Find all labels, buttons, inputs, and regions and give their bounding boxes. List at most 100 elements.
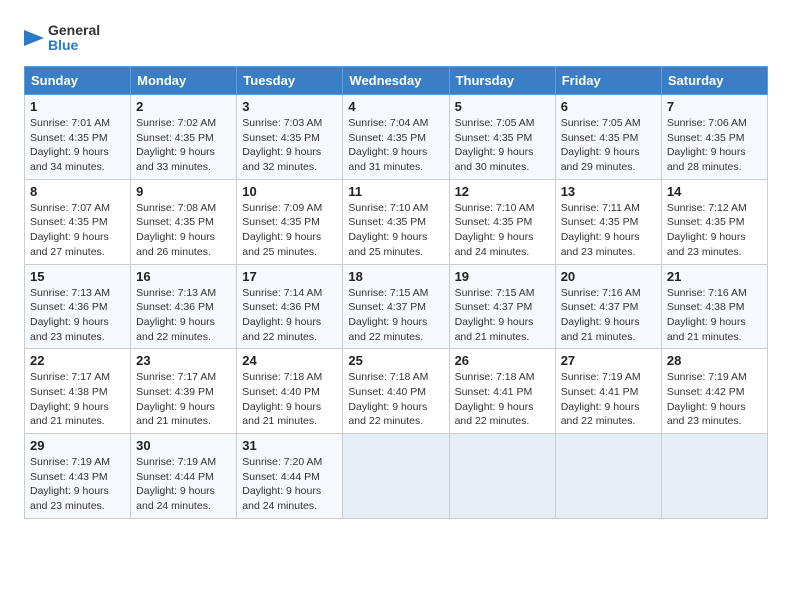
day-info: Sunrise: 7:19 AMSunset: 4:44 PMDaylight:… [136,455,231,514]
header-row: SundayMondayTuesdayWednesdayThursdayFrid… [25,67,768,95]
col-header-sunday: Sunday [25,67,131,95]
logo-general: General [48,23,100,38]
day-info: Sunrise: 7:15 AMSunset: 4:37 PMDaylight:… [348,286,443,345]
day-info: Sunrise: 7:16 AMSunset: 4:37 PMDaylight:… [561,286,656,345]
day-info: Sunrise: 7:20 AMSunset: 4:44 PMDaylight:… [242,455,337,514]
day-info: Sunrise: 7:04 AMSunset: 4:35 PMDaylight:… [348,116,443,175]
week-row-5: 29Sunrise: 7:19 AMSunset: 4:43 PMDayligh… [25,434,768,519]
calendar-cell: 14Sunrise: 7:12 AMSunset: 4:35 PMDayligh… [661,179,767,264]
day-number: 1 [30,99,125,114]
day-number: 13 [561,184,656,199]
calendar-cell: 31Sunrise: 7:20 AMSunset: 4:44 PMDayligh… [237,434,343,519]
calendar-cell: 15 Sunrise: 7:13 AMSunset: 4:36 PMDayligh… [25,264,131,349]
day-number: 17 [242,269,337,284]
day-number: 19 [455,269,550,284]
day-number: 5 [455,99,550,114]
calendar-cell: 4 Sunrise: 7:04 AMSunset: 4:35 PMDaylight… [343,95,449,180]
day-number: 23 [136,353,231,368]
logo-blue: Blue [48,38,100,53]
day-info: Sunrise: 7:18 AMSunset: 4:40 PMDaylight:… [348,370,443,429]
day-number: 3 [242,99,337,114]
calendar-cell: 19 Sunrise: 7:15 AMSunset: 4:37 PMDayligh… [449,264,555,349]
calendar-cell [343,434,449,519]
calendar-cell: 30Sunrise: 7:19 AMSunset: 4:44 PMDayligh… [131,434,237,519]
calendar-cell: 12Sunrise: 7:10 AMSunset: 4:35 PMDayligh… [449,179,555,264]
day-info: Sunrise: 7:01 AMSunset: 4:35 PMDaylight:… [30,116,125,175]
day-number: 26 [455,353,550,368]
day-number: 10 [242,184,337,199]
calendar-cell: 8Sunrise: 7:07 AMSunset: 4:35 PMDaylight… [25,179,131,264]
day-number: 8 [30,184,125,199]
calendar-cell: 29Sunrise: 7:19 AMSunset: 4:43 PMDayligh… [25,434,131,519]
day-info: Sunrise: 7:15 AMSunset: 4:37 PMDaylight:… [455,286,550,345]
col-header-wednesday: Wednesday [343,67,449,95]
calendar-cell: 10Sunrise: 7:09 AMSunset: 4:35 PMDayligh… [237,179,343,264]
logo-bird-icon [24,20,44,56]
day-number: 2 [136,99,231,114]
day-number: 20 [561,269,656,284]
day-info: Sunrise: 7:19 AMSunset: 4:41 PMDaylight:… [561,370,656,429]
day-number: 29 [30,438,125,453]
day-number: 27 [561,353,656,368]
day-info: Sunrise: 7:12 AMSunset: 4:35 PMDaylight:… [667,201,762,260]
day-number: 4 [348,99,443,114]
day-number: 6 [561,99,656,114]
calendar-cell: 2 Sunrise: 7:02 AMSunset: 4:35 PMDaylight… [131,95,237,180]
col-header-tuesday: Tuesday [237,67,343,95]
calendar-cell: 13Sunrise: 7:11 AMSunset: 4:35 PMDayligh… [555,179,661,264]
day-info: Sunrise: 7:18 AMSunset: 4:41 PMDaylight:… [455,370,550,429]
week-row-1: 1 Sunrise: 7:01 AMSunset: 4:35 PMDaylight… [25,95,768,180]
day-info: Sunrise: 7:17 AMSunset: 4:38 PMDaylight:… [30,370,125,429]
day-number: 15 [30,269,125,284]
calendar-cell: 28 Sunrise: 7:19 AMSunset: 4:42 PMDayligh… [661,349,767,434]
day-number: 25 [348,353,443,368]
day-number: 21 [667,269,762,284]
day-number: 12 [455,184,550,199]
calendar-cell: 18 Sunrise: 7:15 AMSunset: 4:37 PMDayligh… [343,264,449,349]
calendar-cell: 1 Sunrise: 7:01 AMSunset: 4:35 PMDaylight… [25,95,131,180]
day-info: Sunrise: 7:08 AMSunset: 4:35 PMDaylight:… [136,201,231,260]
day-info: Sunrise: 7:13 AMSunset: 4:36 PMDaylight:… [136,286,231,345]
calendar-cell: 16Sunrise: 7:13 AMSunset: 4:36 PMDayligh… [131,264,237,349]
day-number: 7 [667,99,762,114]
logo-text: General Blue [48,23,100,54]
day-info: Sunrise: 7:13 AMSunset: 4:36 PMDaylight:… [30,286,125,345]
calendar-cell: 24 Sunrise: 7:18 AMSunset: 4:40 PMDayligh… [237,349,343,434]
calendar-cell: 23 Sunrise: 7:17 AMSunset: 4:39 PMDayligh… [131,349,237,434]
day-info: Sunrise: 7:05 AMSunset: 4:35 PMDaylight:… [561,116,656,175]
calendar-cell: 5 Sunrise: 7:05 AMSunset: 4:35 PMDaylight… [449,95,555,180]
day-number: 11 [348,184,443,199]
day-number: 22 [30,353,125,368]
col-header-thursday: Thursday [449,67,555,95]
day-number: 9 [136,184,231,199]
calendar-table: SundayMondayTuesdayWednesdayThursdayFrid… [24,66,768,519]
day-number: 24 [242,353,337,368]
day-info: Sunrise: 7:02 AMSunset: 4:35 PMDaylight:… [136,116,231,175]
day-number: 18 [348,269,443,284]
day-number: 28 [667,353,762,368]
calendar-cell: 3 Sunrise: 7:03 AMSunset: 4:35 PMDaylight… [237,95,343,180]
calendar-cell [449,434,555,519]
calendar-cell: 17 Sunrise: 7:14 AMSunset: 4:36 PMDayligh… [237,264,343,349]
day-info: Sunrise: 7:17 AMSunset: 4:39 PMDaylight:… [136,370,231,429]
day-info: Sunrise: 7:05 AMSunset: 4:35 PMDaylight:… [455,116,550,175]
day-info: Sunrise: 7:16 AMSunset: 4:38 PMDaylight:… [667,286,762,345]
calendar-cell: 27 Sunrise: 7:19 AMSunset: 4:41 PMDayligh… [555,349,661,434]
day-info: Sunrise: 7:03 AMSunset: 4:35 PMDaylight:… [242,116,337,175]
calendar-cell: 11Sunrise: 7:10 AMSunset: 4:35 PMDayligh… [343,179,449,264]
day-info: Sunrise: 7:14 AMSunset: 4:36 PMDaylight:… [242,286,337,345]
header: General Blue [24,20,768,56]
calendar-cell: 21 Sunrise: 7:16 AMSunset: 4:38 PMDayligh… [661,264,767,349]
col-header-friday: Friday [555,67,661,95]
calendar-cell: 26 Sunrise: 7:18 AMSunset: 4:41 PMDayligh… [449,349,555,434]
col-header-saturday: Saturday [661,67,767,95]
day-info: Sunrise: 7:18 AMSunset: 4:40 PMDaylight:… [242,370,337,429]
calendar-cell: 9 Sunrise: 7:08 AMSunset: 4:35 PMDaylight… [131,179,237,264]
logo: General Blue [24,20,100,56]
calendar-cell: 22 Sunrise: 7:17 AMSunset: 4:38 PMDayligh… [25,349,131,434]
col-header-monday: Monday [131,67,237,95]
day-info: Sunrise: 7:19 AMSunset: 4:42 PMDaylight:… [667,370,762,429]
calendar-cell [661,434,767,519]
page-wrapper: General Blue SundayMondayTuesdayWednesda… [24,20,768,519]
calendar-cell: 25 Sunrise: 7:18 AMSunset: 4:40 PMDayligh… [343,349,449,434]
